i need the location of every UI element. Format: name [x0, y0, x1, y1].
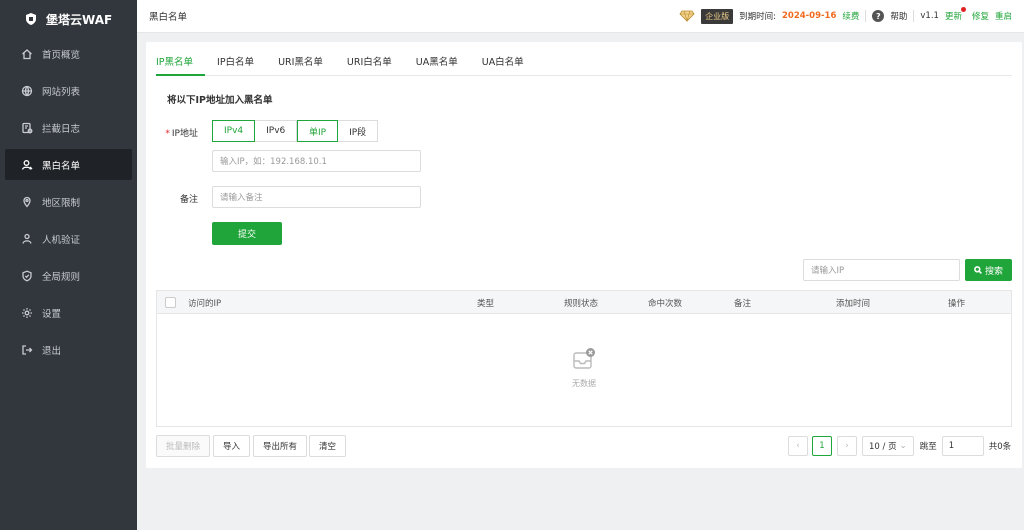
expire-date: 2024-09-16 — [781, 11, 837, 21]
jump-input[interactable]: 1 — [941, 436, 984, 456]
col-ip: 访问的IP — [188, 299, 222, 309]
app-name: 堡塔云WAF — [46, 12, 113, 27]
ip-range-option[interactable]: IP段 — [338, 120, 379, 142]
page-size-value: 10 / 页 — [869, 442, 897, 452]
select-all-checkbox[interactable] — [165, 297, 176, 308]
edition-badge: 企业版 — [701, 8, 734, 24]
restart-link[interactable]: 重启 — [995, 10, 1012, 22]
sidebar-item-label: 黑白名单 — [42, 160, 81, 172]
chevron-down-icon: ⌄ — [899, 441, 907, 451]
home-icon — [22, 48, 32, 59]
note-label: 备注 — [179, 195, 198, 205]
single-ip-option[interactable]: 单IP — [297, 120, 339, 142]
col-note: 备注 — [734, 299, 752, 309]
help-link[interactable]: 帮助 — [890, 10, 907, 22]
page-title: 黑白名单 — [149, 12, 188, 23]
tab-ua-whitelist[interactable]: UA白名单 — [470, 52, 536, 76]
total-count: 共0条 — [988, 442, 1012, 452]
sidebar-item-global-rules[interactable]: 全局规则 — [5, 260, 132, 291]
col-status: 规则状态 — [564, 299, 599, 309]
app-logo[interactable]: 堡塔云WAF — [0, 0, 137, 38]
sidebar-nav: 首页概览 网站列表 拦截日志 黑白名单 地区限制 人机验证 全局规则 设置 退出 — [0, 38, 137, 365]
log-icon — [22, 122, 33, 133]
shield-icon — [22, 269, 32, 282]
empty-inbox-icon — [573, 348, 595, 369]
import-button[interactable]: 导入 — [213, 435, 251, 457]
submit-button[interactable]: 提交 — [212, 222, 282, 245]
divider — [913, 10, 915, 22]
renew-link[interactable]: 续费 — [842, 10, 859, 22]
header-right: 企业版 到期时间: 2024-09-16 续费 ? 帮助 v1.1 更新 修复 … — [679, 7, 1012, 24]
form-section-title: 将以下IP地址加入黑名单 — [167, 95, 273, 106]
version-label: v1.1 — [920, 11, 939, 21]
empty-state: 无数据 — [157, 346, 1011, 389]
batch-delete-button[interactable]: 批量删除 — [156, 435, 211, 457]
sidebar: 堡塔云WAF 首页概览 网站列表 拦截日志 黑白名单 地区限制 人机验证 全局规… — [0, 0, 137, 530]
jump-label: 跳至 — [919, 442, 937, 452]
search-input[interactable]: 请输入IP — [803, 259, 960, 281]
expire-label: 到期时间: — [739, 12, 776, 22]
col-actions: 操作 — [948, 299, 966, 309]
tab-ua-blacklist[interactable]: UA黑名单 — [404, 52, 470, 76]
sidebar-item-label: 网站列表 — [42, 86, 81, 98]
empty-text: 无数据 — [572, 379, 596, 388]
sidebar-item-label: 设置 — [42, 308, 62, 320]
note-input[interactable]: 请输入备注 — [212, 186, 421, 208]
sidebar-item-label: 拦截日志 — [42, 123, 81, 135]
sidebar-item-label: 地区限制 — [42, 197, 81, 209]
sidebar-item-blackwhite[interactable]: 黑白名单 — [5, 149, 132, 180]
diamond-icon — [679, 10, 695, 22]
globe-icon — [21, 85, 33, 96]
col-added-time: 添加时间 — [836, 299, 871, 309]
tab-ip-blacklist[interactable]: IP黑名单 — [156, 52, 206, 76]
search-button[interactable]: 搜索 — [965, 259, 1012, 281]
clear-button[interactable]: 清空 — [309, 435, 347, 457]
ip-table: 访问的IP 类型 规则状态 命中次数 备注 添加时间 操作 无数据 — [156, 290, 1012, 427]
tab-uri-blacklist[interactable]: URI黑名单 — [266, 52, 335, 76]
search-button-label: 搜索 — [984, 266, 1003, 277]
tab-ip-whitelist[interactable]: IP白名单 — [205, 52, 266, 76]
sidebar-item-captcha[interactable]: 人机验证 — [5, 223, 132, 254]
ip-version-toggle: IPv4 IPv6 — [212, 120, 298, 142]
sidebar-item-settings[interactable]: 设置 — [5, 297, 132, 328]
ip-mode-toggle: 单IP IP段 — [297, 120, 379, 142]
next-page-button[interactable]: › — [837, 436, 857, 456]
map-icon — [23, 196, 31, 207]
prev-page-button[interactable]: ‹ — [788, 436, 808, 456]
gear-icon — [22, 307, 32, 318]
page-size-select[interactable]: 10 / 页 ⌄ — [862, 436, 914, 456]
help-icon[interactable]: ? — [872, 10, 885, 22]
ipv4-option[interactable]: IPv4 — [212, 120, 256, 142]
divider — [865, 10, 867, 22]
sidebar-item-overview[interactable]: 首页概览 — [5, 38, 132, 69]
tab-bar: IP黑名单 IP白名单 URI黑名单 URI白名单 UA黑名单 UA白名单 — [156, 52, 1012, 76]
top-header: 黑白名单 企业版 到期时间: 2024-09-16 续费 ? 帮助 v1.1 更… — [137, 0, 1024, 33]
sidebar-item-sites[interactable]: 网站列表 — [5, 75, 132, 106]
tab-uri-whitelist[interactable]: URI白名单 — [335, 52, 404, 76]
logout-icon — [22, 344, 33, 355]
col-type: 类型 — [477, 299, 495, 309]
sidebar-item-region[interactable]: 地区限制 — [5, 186, 132, 217]
table-header: 访问的IP 类型 规则状态 命中次数 备注 添加时间 操作 — [157, 291, 1011, 314]
content-card: IP黑名单 IP白名单 URI黑名单 URI白名单 UA黑名单 UA白名单 将以… — [146, 42, 1022, 468]
sidebar-item-label: 退出 — [42, 345, 62, 357]
sidebar-item-logs[interactable]: 拦截日志 — [5, 112, 132, 143]
sidebar-item-label: 全局规则 — [42, 271, 81, 283]
search-icon — [974, 266, 982, 274]
user-icon — [21, 159, 33, 170]
logo-icon — [26, 13, 36, 25]
repair-link[interactable]: 修复 — [972, 10, 989, 22]
col-hits: 命中次数 — [648, 299, 683, 309]
export-all-button[interactable]: 导出所有 — [253, 435, 308, 457]
ip-label: * IP地址 — [165, 129, 198, 139]
pagination: ‹ 1 › 10 / 页 ⌄ 跳至 1 共0条 — [788, 435, 1011, 457]
sidebar-item-label: 首页概览 — [42, 49, 81, 61]
ip-input[interactable]: 输入IP，如：192.168.10.1 — [212, 150, 421, 172]
page-1-button[interactable]: 1 — [812, 436, 832, 456]
sidebar-item-label: 人机验证 — [42, 234, 81, 246]
update-link[interactable]: 更新 — [945, 7, 966, 22]
ipv6-option[interactable]: IPv6 — [255, 120, 298, 142]
sidebar-item-logout[interactable]: 退出 — [5, 334, 132, 365]
person-verify-icon — [22, 233, 32, 244]
